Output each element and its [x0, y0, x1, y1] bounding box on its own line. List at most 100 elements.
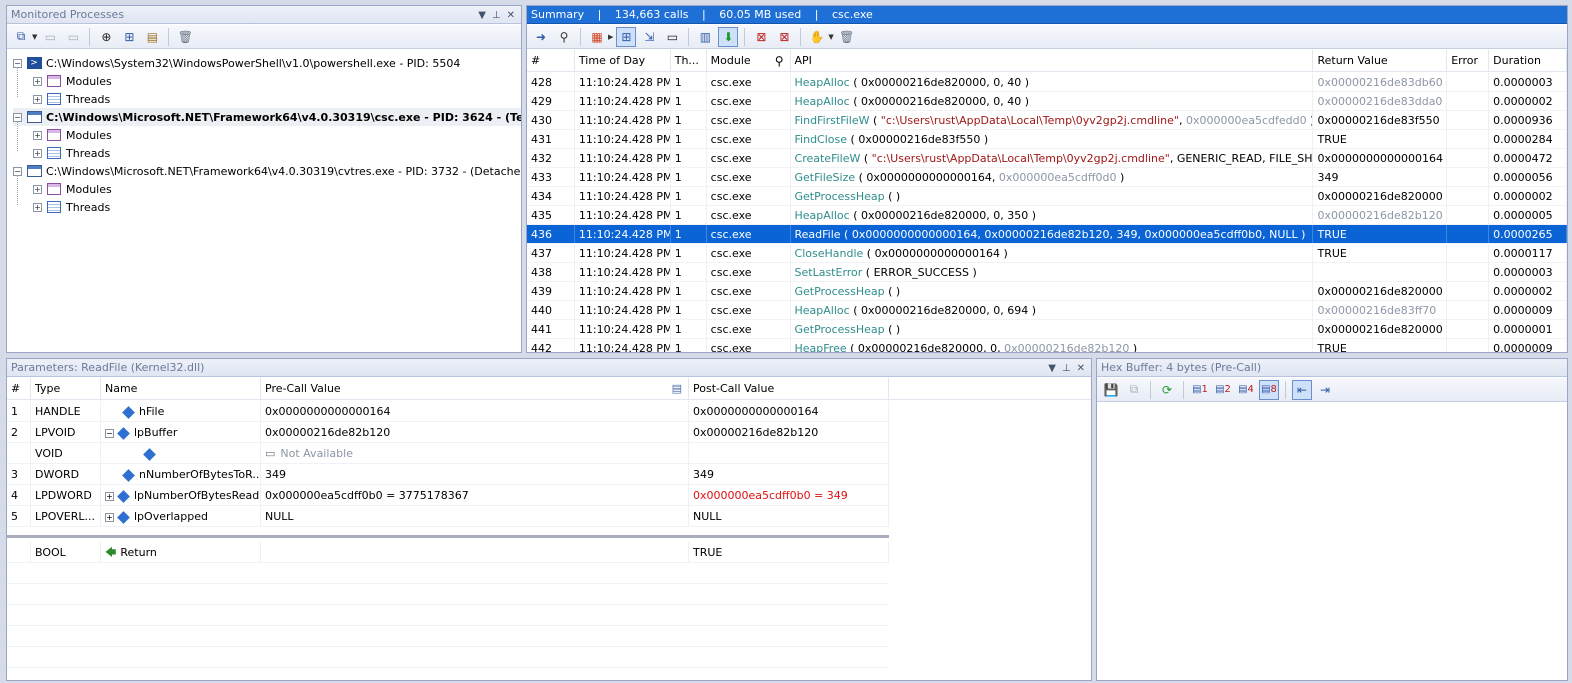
- api-name[interactable]: GetProcessHeap: [795, 285, 885, 298]
- api-name[interactable]: CreateFileW: [795, 152, 861, 165]
- parameter-row[interactable]: VOID ▭ Not Available: [7, 443, 889, 464]
- column-header[interactable]: #: [7, 378, 31, 399]
- target-icon[interactable]: ⊕: [96, 27, 116, 47]
- api-name[interactable]: FindClose: [795, 133, 848, 146]
- trash-icon[interactable]: 🗑: [175, 27, 195, 47]
- chevron-down-icon[interactable]: ▼: [828, 33, 833, 41]
- find-icon[interactable]: ⚲: [554, 27, 574, 47]
- api-name[interactable]: GetProcessHeap: [795, 323, 885, 336]
- pin-icon[interactable]: ⊥: [1062, 363, 1071, 374]
- column-header[interactable]: Type: [31, 378, 101, 399]
- expand-toggle[interactable]: +: [33, 94, 42, 104]
- api-name[interactable]: FindFirstFileW: [795, 114, 870, 127]
- tree-item-threads[interactable]: + Threads: [33, 144, 110, 162]
- tree-item-threads[interactable]: + Threads: [33, 198, 110, 216]
- expand-toggle[interactable]: +: [105, 491, 114, 501]
- expand-toggle[interactable]: +: [33, 148, 42, 158]
- pin-icon[interactable]: ⊥: [492, 10, 501, 21]
- api-name[interactable]: CloseHandle: [795, 247, 864, 260]
- process-node[interactable]: − C:\Windows\Microsoft.NET\Framework64\v4…: [13, 108, 521, 126]
- api-name[interactable]: HeapAlloc: [795, 95, 850, 108]
- parameter-row[interactable]: 4 LPDWORD + lpNumberOfBytesRead 0x000000ea5c…: [7, 485, 889, 506]
- tree-icon[interactable]: ⊞: [119, 27, 139, 47]
- api-name[interactable]: GetProcessHeap: [795, 190, 885, 203]
- scroll-down-icon[interactable]: ⬇: [718, 26, 739, 47]
- collapse-toggle[interactable]: −: [105, 428, 114, 438]
- table-row[interactable]: 439 11:10:24.428 PM 1 csc.exe GetProcessHeap…: [527, 282, 1567, 301]
- chevron-down-icon[interactable]: ▼: [32, 33, 37, 41]
- api-filter-icon[interactable]: ⊠: [751, 27, 771, 47]
- hand-icon[interactable]: ✋: [807, 27, 827, 47]
- properties-icon[interactable]: ▤: [142, 27, 162, 47]
- close-icon[interactable]: ✕: [507, 10, 515, 21]
- expand-toggle[interactable]: +: [33, 184, 42, 194]
- process-node[interactable]: − C:\Windows\Microsoft.NET\Framework64\v4…: [13, 162, 521, 180]
- return-row[interactable]: BOOL 🡄 Return TRUE: [7, 542, 889, 563]
- api-name[interactable]: ReadFile: [795, 228, 841, 241]
- tree-item-modules[interactable]: + Modules: [33, 126, 112, 144]
- tree-item-threads[interactable]: + Threads: [33, 90, 110, 108]
- big-endian-icon[interactable]: ⇥: [1315, 380, 1335, 400]
- tree-item-modules[interactable]: + Modules: [33, 180, 112, 198]
- auto-scroll-icon[interactable]: ⇲: [639, 27, 659, 47]
- column-header[interactable]: API: [791, 50, 1314, 71]
- api-name[interactable]: GetFileSize: [795, 171, 856, 184]
- table-row[interactable]: 429 11:10:24.428 PM 1 csc.exe HeapAlloc ( 0x…: [527, 92, 1567, 111]
- api-name[interactable]: SetLastError: [795, 266, 863, 279]
- table-row[interactable]: 434 11:10:24.428 PM 1 csc.exe GetProcessHeap…: [527, 187, 1567, 206]
- parameter-row[interactable]: 5 LPOVERL... + lpOverlapped NULL NULL: [7, 506, 889, 527]
- column-chooser-icon[interactable]: ▤: [672, 378, 682, 399]
- column-header[interactable]: Th...: [671, 50, 707, 71]
- table-row[interactable]: 431 11:10:24.428 PM 1 csc.exe FindClose ( 0x…: [527, 130, 1567, 149]
- expand-toggle[interactable]: +: [105, 512, 114, 522]
- monitor-new-process-icon[interactable]: ⧉: [11, 27, 31, 47]
- trash-icon[interactable]: 🗑: [837, 27, 857, 47]
- detach-icon[interactable]: ▭: [63, 27, 83, 47]
- columns-icon[interactable]: ▥: [695, 27, 715, 47]
- column-header[interactable]: Error: [1447, 50, 1490, 71]
- parameter-row[interactable]: 3 DWORD nNumberOfBytesToR... 349 349: [7, 464, 889, 485]
- api-name[interactable]: HeapAlloc: [795, 209, 850, 222]
- parameter-row[interactable]: 1 HANDLE hFile 0x0000000000000164 0x00000000…: [7, 401, 889, 422]
- hex-size-1-byte-button[interactable]: ▤ 1: [1190, 380, 1210, 400]
- api-name[interactable]: HeapAlloc: [795, 76, 850, 89]
- refresh-icon[interactable]: ⟳: [1157, 380, 1177, 400]
- clear-filter-icon[interactable]: ⊠: [774, 27, 794, 47]
- table-row[interactable]: 437 11:10:24.428 PM 1 csc.exe CloseHandle ( …: [527, 244, 1567, 263]
- table-row[interactable]: 441 11:10:24.428 PM 1 csc.exe GetProcessHeap…: [527, 320, 1567, 339]
- copy-icon[interactable]: ⧉: [1124, 380, 1144, 400]
- process-node[interactable]: − > C:\Windows\System32\WindowsPowerShell\…: [13, 54, 460, 72]
- table-row[interactable]: 440 11:10:24.428 PM 1 csc.exe HeapAlloc ( 0x…: [527, 301, 1567, 320]
- column-header[interactable]: Post-Call Value: [689, 378, 889, 399]
- hex-size-2-byte-button[interactable]: ▤ 2: [1213, 380, 1233, 400]
- table-row[interactable]: 430 11:10:24.428 PM 1 csc.exe FindFirstFileW…: [527, 111, 1567, 130]
- console-icon[interactable]: ▭: [662, 27, 682, 47]
- color-grid-icon[interactable]: ▦: [587, 27, 607, 47]
- table-row[interactable]: 435 11:10:24.428 PM 1 csc.exe HeapAlloc ( 0x…: [527, 206, 1567, 225]
- table-row[interactable]: 432 11:10:24.428 PM 1 csc.exe CreateFileW ( …: [527, 149, 1567, 168]
- column-header[interactable]: Module ⚲: [707, 50, 791, 71]
- search-icon[interactable]: ⚲: [775, 50, 784, 71]
- column-header[interactable]: #: [527, 50, 575, 71]
- column-header[interactable]: Return Value: [1313, 50, 1448, 71]
- hex-size-4-byte-button[interactable]: ▤ 4: [1236, 380, 1256, 400]
- table-row[interactable]: 442 11:10:24.428 PM 1 csc.exe HeapFree ( 0x0…: [527, 339, 1567, 352]
- table-row[interactable]: 438 11:10:24.428 PM 1 csc.exe SetLastError (…: [527, 263, 1567, 282]
- expand-toggle[interactable]: +: [33, 202, 42, 212]
- dropdown-icon[interactable]: ▼: [478, 10, 486, 21]
- column-header[interactable]: Name: [101, 378, 261, 399]
- table-row[interactable]: 433 11:10:24.428 PM 1 csc.exe GetFileSize ( …: [527, 168, 1567, 187]
- chevron-down-icon[interactable]: ▶: [608, 33, 613, 41]
- api-name[interactable]: HeapFree: [795, 342, 847, 352]
- tree-item-modules[interactable]: + Modules: [33, 72, 112, 90]
- expand-toggle[interactable]: +: [33, 76, 42, 86]
- save-icon[interactable]: 💾: [1101, 380, 1121, 400]
- hex-size-8-byte-button[interactable]: ▤ 8: [1259, 379, 1279, 400]
- column-header[interactable]: Time of Day: [575, 50, 671, 71]
- column-header[interactable]: Pre-Call Value ▤: [261, 378, 689, 399]
- table-row[interactable]: 436 11:10:24.428 PM 1 csc.exe ReadFile ( 0x0…: [527, 225, 1567, 244]
- column-header[interactable]: Duration: [1489, 50, 1567, 71]
- tree-view-icon[interactable]: ⊞: [616, 26, 637, 47]
- table-row[interactable]: 428 11:10:24.428 PM 1 csc.exe HeapAlloc ( 0x…: [527, 73, 1567, 92]
- goto-icon[interactable]: ➜: [531, 27, 551, 47]
